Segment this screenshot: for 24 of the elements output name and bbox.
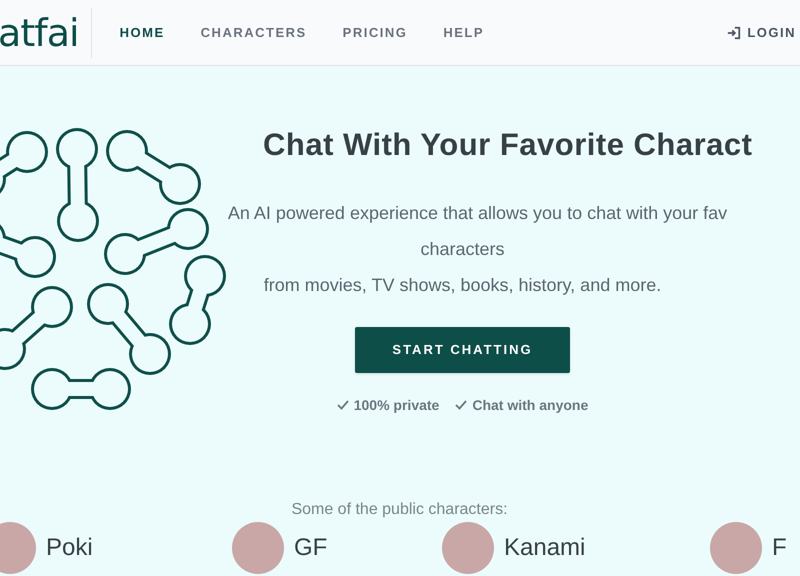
login-icon — [727, 26, 742, 40]
character-name[interactable]: Poki — [46, 530, 93, 566]
feature-label: 100% private — [354, 396, 440, 415]
check-icon — [336, 400, 349, 410]
avatar — [232, 522, 284, 574]
login-button[interactable]: LOGIN — [727, 22, 796, 42]
feature-label: Chat with anyone — [472, 396, 588, 415]
start-chatting-button[interactable]: START CHATTING — [355, 326, 570, 372]
logo[interactable]: atfai — [0, 14, 79, 52]
hero-title: Chat With Your Favorite Charact — [263, 126, 752, 164]
nav-link[interactable]: PRICING — [324, 22, 426, 42]
nav-link[interactable]: CHARACTERS — [182, 22, 325, 42]
character-name[interactable]: F — [772, 530, 787, 566]
hero-description: An AI powered experience that allows you to chat with your fav — [226, 202, 728, 225]
section-heading: Some of the public characters: — [291, 500, 508, 520]
check-icon — [455, 400, 468, 410]
hero-description: from movies, TV shows, books, history, and more. — [264, 274, 662, 297]
avatar — [710, 522, 762, 574]
avatar — [442, 522, 494, 574]
character-name[interactable]: GF — [294, 530, 328, 566]
nav-link[interactable]: HELP — [425, 22, 502, 42]
nav-link[interactable]: HOME — [102, 22, 183, 42]
hero-description: characters — [420, 238, 505, 260]
character-name[interactable]: Kanami — [504, 530, 586, 566]
